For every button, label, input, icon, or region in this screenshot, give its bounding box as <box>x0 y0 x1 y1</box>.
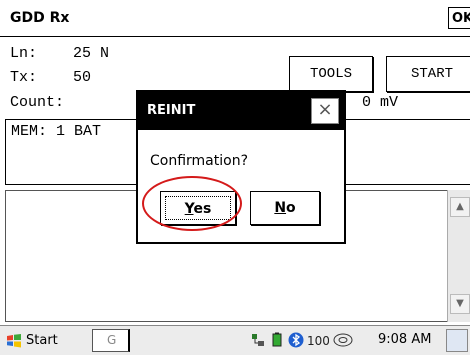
wifi-icon[interactable] <box>332 332 354 348</box>
scroll-up-icon[interactable]: ▲ <box>450 197 470 217</box>
focus-outline: Yes <box>165 196 231 220</box>
tx-label: Tx: <box>10 69 38 86</box>
count-label: Count: <box>10 94 65 111</box>
tx-value: 50 <box>73 69 92 86</box>
app-title: GDD Rx <box>10 10 70 26</box>
no-button[interactable]: No <box>250 191 320 225</box>
connectivity-icon[interactable] <box>250 332 266 348</box>
bluetooth-icon[interactable] <box>288 332 304 348</box>
memory-status-text: MEM: 1 BAT <box>11 123 102 140</box>
network-icon[interactable]: 100 <box>307 332 329 348</box>
reinit-dialog: REINIT × Confirmation? Yes No <box>136 90 346 244</box>
dialog-titlebar: REINIT × <box>138 92 344 130</box>
no-label: o <box>286 200 296 216</box>
vertical-scrollbar[interactable]: ▲ ▼ <box>447 190 470 322</box>
start-measure-button[interactable]: START <box>386 56 470 92</box>
tools-button[interactable]: TOOLS <box>289 56 373 92</box>
clock[interactable]: 9:08 AM <box>378 332 431 347</box>
battery-icon[interactable] <box>269 332 285 348</box>
dialog-title: REINIT <box>147 103 196 118</box>
app-titlebar: GDD Rx OK <box>0 0 470 37</box>
input-panel-icon[interactable] <box>446 329 468 352</box>
ln-label: Ln: <box>10 45 38 62</box>
task-button[interactable]: G <box>92 329 130 352</box>
start-label: Start <box>26 333 58 348</box>
mv-readout: 0 mV <box>362 94 399 111</box>
dialog-message: Confirmation? <box>150 153 249 169</box>
ok-button[interactable]: OK <box>448 7 470 29</box>
yes-button[interactable]: Yes <box>160 191 236 225</box>
windows-logo-icon <box>7 334 21 348</box>
taskbar: Start G 100 9:08 AM <box>0 325 470 355</box>
yes-accel: Y <box>184 201 194 217</box>
scroll-down-icon[interactable]: ▼ <box>450 294 470 314</box>
close-icon[interactable]: × <box>311 98 339 124</box>
svg-text:100: 100 <box>307 334 329 348</box>
yes-label: es <box>193 201 212 217</box>
start-menu-button[interactable]: Start <box>2 328 88 353</box>
no-accel: N <box>274 200 287 216</box>
ln-value: 25 N <box>73 45 110 62</box>
